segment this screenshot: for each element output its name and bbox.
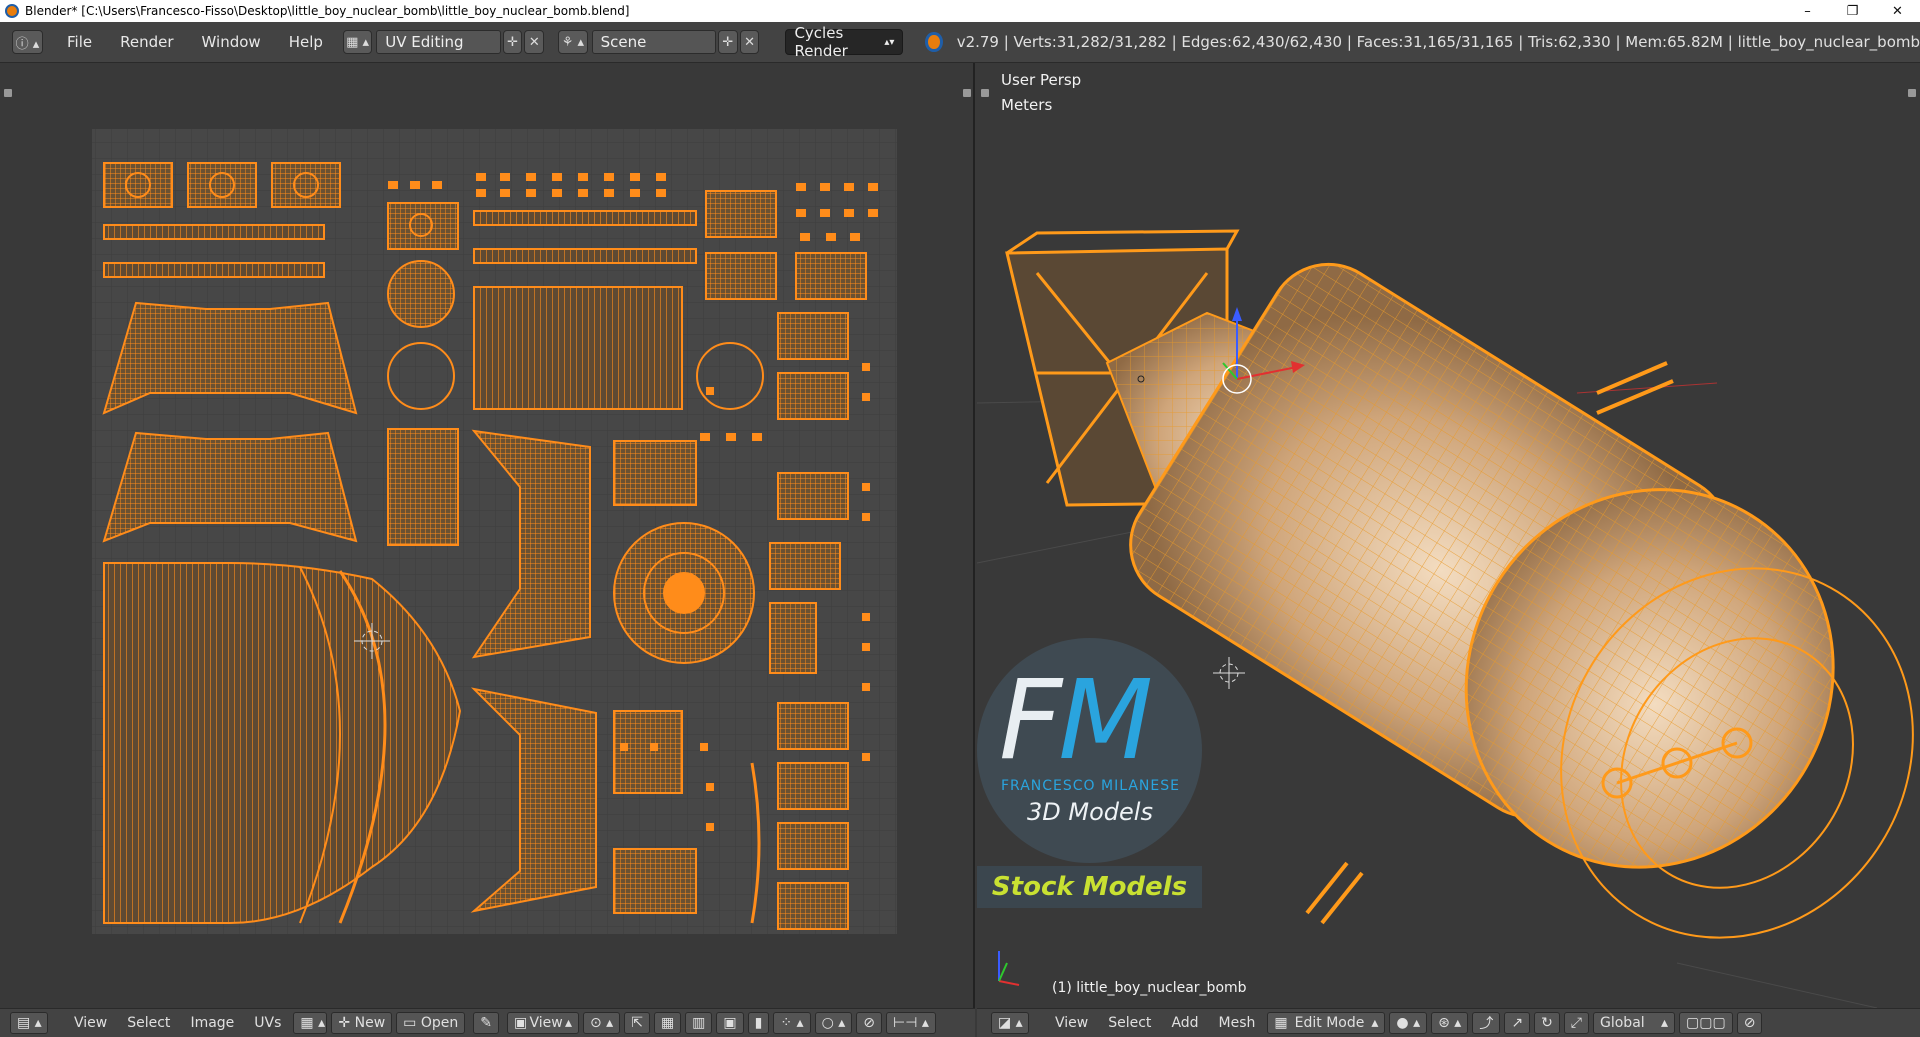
menu-window[interactable]: Window bbox=[188, 33, 275, 51]
screen-layout-field[interactable]: UV Editing bbox=[376, 30, 501, 54]
menu-help[interactable]: Help bbox=[275, 33, 337, 51]
uv-sync-icon[interactable]: ⇱ bbox=[624, 1012, 650, 1034]
uv-menu-uvs[interactable]: UVs bbox=[244, 1015, 291, 1031]
uv-image-editor[interactable] bbox=[0, 63, 975, 1008]
uv-canvas[interactable] bbox=[0, 63, 975, 1008]
axis-indicator-icon bbox=[998, 951, 1020, 986]
pivot-icon[interactable]: ⊙ ▴ bbox=[582, 1012, 621, 1034]
scene-field[interactable]: Scene bbox=[591, 30, 716, 54]
select-island-icon[interactable]: ▮ bbox=[747, 1012, 770, 1034]
view3d-header: ◪ ▴ View Select Add Mesh ▦ Edit Mode ▴ ●… bbox=[977, 1008, 1920, 1037]
watermark-stock-models: Stock Models bbox=[977, 866, 1202, 908]
watermark-name: FRANCESCO MILANESE bbox=[1001, 778, 1180, 794]
uv-island-rect bbox=[613, 440, 697, 506]
watermark-fm-letters: FM bbox=[999, 656, 1153, 784]
view3d-menu-add[interactable]: Add bbox=[1161, 1015, 1208, 1031]
translate-manipulator-icon[interactable]: ↗ bbox=[1504, 1012, 1531, 1034]
view3d-menu-view[interactable]: View bbox=[1045, 1015, 1098, 1031]
view3d-menu-mesh[interactable]: Mesh bbox=[1209, 1015, 1266, 1031]
active-object-label: (1) little_boy_nuclear_bomb bbox=[1052, 980, 1247, 996]
uv-menu-image[interactable]: Image bbox=[180, 1015, 244, 1031]
sticky-mode-icon[interactable]: ⁘ ▴ bbox=[773, 1012, 811, 1034]
screen-layout-icon[interactable]: ▦ ▴ bbox=[342, 30, 373, 54]
select-face-icon[interactable]: ▣ bbox=[716, 1012, 744, 1034]
editor-type-image-icon[interactable]: ▤ ▴ bbox=[10, 1012, 48, 1034]
window-titlebar: Blender* [C:\Users\Francesco-Fisso\Deskt… bbox=[0, 0, 1920, 22]
image-browse-icon[interactable]: ▦ ▴ bbox=[293, 1012, 328, 1034]
close-button[interactable]: ✕ bbox=[1875, 0, 1920, 22]
3d-cursor-icon[interactable] bbox=[1213, 657, 1245, 689]
manipulator-toggle-icon[interactable]: ⤴ bbox=[1472, 1012, 1501, 1034]
scene-icon[interactable]: ⚘ ▴ bbox=[558, 30, 588, 54]
scene-statistics: v2.79 | Verts:31,282/31,282 | Edges:62,4… bbox=[956, 33, 1920, 51]
remove-scene-icon[interactable]: ✕ bbox=[739, 30, 760, 54]
uv-island-rect bbox=[613, 710, 683, 794]
snap-icon[interactable]: ⊘ bbox=[856, 1012, 883, 1034]
menu-render[interactable]: Render bbox=[106, 33, 187, 51]
uv-island-rect bbox=[387, 428, 459, 546]
open-image-button[interactable]: ▭ Open bbox=[396, 1012, 466, 1034]
remove-screen-icon[interactable]: ✕ bbox=[524, 30, 545, 54]
add-scene-icon[interactable]: ✛ bbox=[717, 30, 738, 54]
select-edge-icon[interactable]: ▥ bbox=[685, 1012, 713, 1034]
render-engine-dropdown[interactable]: Cycles Render ▴▾ bbox=[785, 24, 904, 60]
snap-3d-icon[interactable]: ⊘ bbox=[1736, 1012, 1763, 1034]
menu-file[interactable]: File bbox=[53, 33, 106, 51]
layers-icon[interactable]: ▢▢▢ bbox=[1679, 1012, 1733, 1034]
view3d-menu-select[interactable]: Select bbox=[1098, 1015, 1161, 1031]
add-screen-icon[interactable]: ✛ bbox=[502, 30, 523, 54]
snap-element-icon[interactable]: ⊢⊣ ▴ bbox=[886, 1012, 936, 1034]
pin-icon[interactable]: ✎ bbox=[473, 1012, 499, 1034]
watermark-badge: FM FRANCESCO MILANESE 3D Models bbox=[977, 638, 1202, 863]
proportional-edit-icon[interactable]: ○ ▴ bbox=[814, 1012, 853, 1034]
interaction-mode-dropdown[interactable]: ▦ Edit Mode ▴ bbox=[1267, 1012, 1386, 1034]
shading-mode-icon[interactable]: ● ▴ bbox=[1389, 1012, 1428, 1034]
window-title: Blender* [C:\Users\Francesco-Fisso\Deskt… bbox=[25, 4, 630, 18]
uv-island-circle bbox=[387, 260, 455, 328]
uv-menu-view[interactable]: View bbox=[64, 1015, 117, 1031]
uv-island-strip bbox=[473, 286, 683, 410]
view-mode-dropdown[interactable]: ▣ View ▴ bbox=[506, 1012, 579, 1034]
uv-island-rect bbox=[613, 848, 697, 914]
3d-viewport[interactable]: User Persp Meters FM FRANCESCO MILANESE … bbox=[977, 63, 1920, 1008]
info-header: ⓘ ▴ File Render Window Help ▦ ▴ UV Editi… bbox=[0, 22, 1920, 63]
uv-editor-header: ▤ ▴ View Select Image UVs ▦ ▴ ✛ New ▭ Op… bbox=[0, 1008, 975, 1037]
new-image-button[interactable]: ✛ New bbox=[331, 1012, 393, 1034]
rotate-manipulator-icon[interactable]: ↻ bbox=[1534, 1012, 1560, 1034]
uv-menu-select[interactable]: Select bbox=[117, 1015, 180, 1031]
blender-logo-icon bbox=[5, 4, 19, 18]
scale-manipulator-icon[interactable]: ⤢ bbox=[1563, 1012, 1589, 1034]
minimize-button[interactable]: – bbox=[1785, 0, 1830, 22]
watermark-subtitle: 3D Models bbox=[1027, 798, 1153, 826]
editor-type-3d-icon[interactable]: ◪ ▴ bbox=[991, 1012, 1029, 1034]
blender-icon bbox=[925, 32, 943, 52]
maximize-button[interactable]: ❐ bbox=[1830, 0, 1875, 22]
editor-type-info-button[interactable]: ⓘ ▴ bbox=[12, 30, 44, 54]
pivot-point-icon[interactable]: ⊛ ▴ bbox=[1431, 1012, 1469, 1034]
select-vertex-icon[interactable]: ▦ bbox=[653, 1012, 682, 1034]
transform-orientation-dropdown[interactable]: Global ▴ bbox=[1593, 1012, 1675, 1034]
